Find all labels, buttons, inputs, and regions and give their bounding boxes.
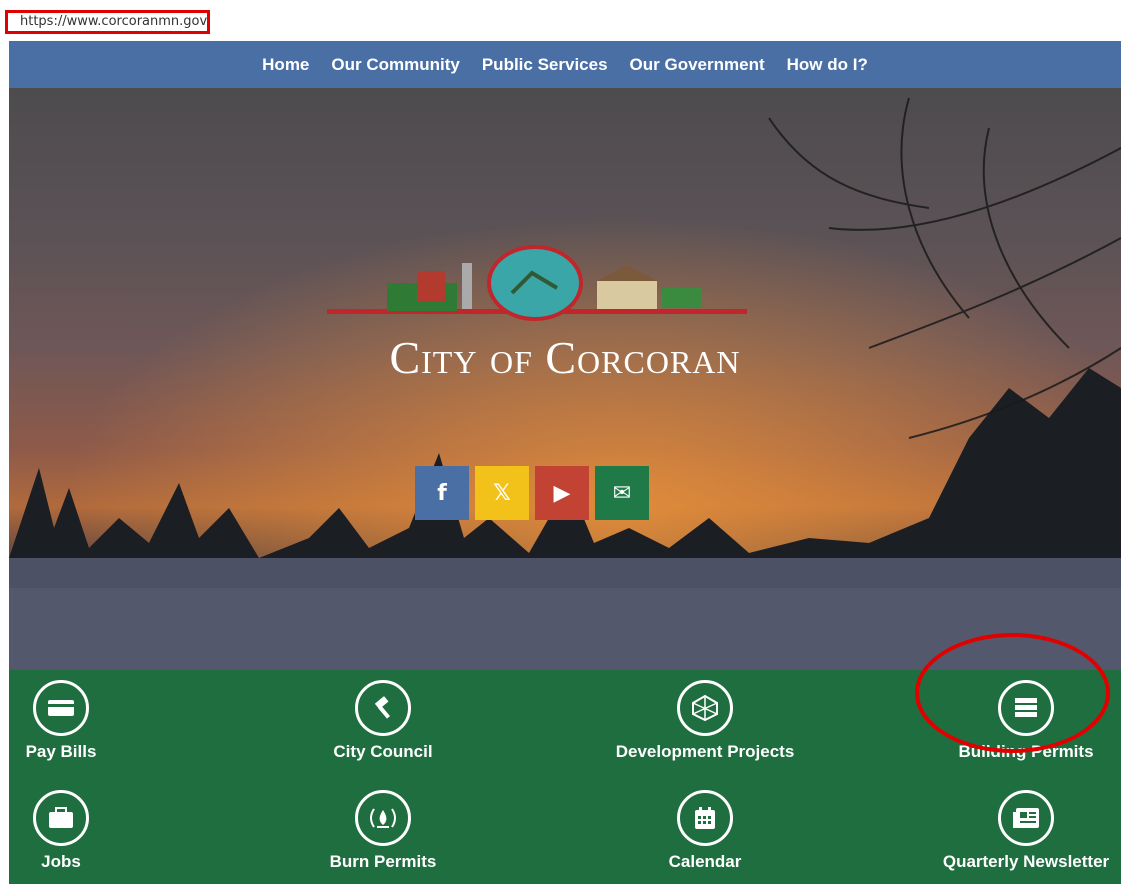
city-title: City of Corcoran [389,332,741,383]
tile-development-projects[interactable]: Development Projects [595,680,815,762]
briefcase-icon [33,790,89,846]
main-nav: Home Our Community Public Services Our G… [9,41,1121,88]
tile-label: Burn Permits [329,852,437,871]
calendar-icon [677,790,733,846]
hero-banner: City of Corcoran f 𝕏 ▶ ✉ [9,88,1121,670]
nav-home[interactable]: Home [251,55,320,75]
tile-label: Quarterly Newsletter [942,852,1110,871]
nav-our-government[interactable]: Our Government [619,55,776,75]
tile-label: Calendar [668,852,742,871]
tile-label: City Council [333,742,433,761]
social-links: f 𝕏 ▶ ✉ [415,466,649,520]
email-icon[interactable]: ✉ [595,466,649,520]
tile-quarterly-newsletter[interactable]: Quarterly Newsletter [916,790,1121,872]
tile-jobs[interactable]: Jobs [9,790,171,872]
youtube-icon[interactable]: ▶ [535,466,589,520]
nav-our-community[interactable]: Our Community [320,55,470,75]
address-bar-url[interactable]: https://www.corcoranmn.gov [5,10,210,34]
site-page: Home Our Community Public Services Our G… [9,41,1121,884]
gavel-icon [355,680,411,736]
tile-burn-permits[interactable]: Burn Permits [273,790,493,872]
nav-public-services[interactable]: Public Services [471,55,619,75]
blueprint-icon [677,680,733,736]
nav-how-do-i[interactable]: How do I? [776,55,879,75]
city-logo [327,245,747,321]
fire-icon [355,790,411,846]
x-icon[interactable]: 𝕏 [475,466,529,520]
tile-label: Development Projects [615,742,795,761]
credit-card-icon [33,680,89,736]
tile-pay-bills[interactable]: Pay Bills [9,680,171,762]
tile-calendar[interactable]: Calendar [595,790,815,872]
newspaper-icon [998,790,1054,846]
tile-label: Jobs [41,852,81,871]
facebook-icon[interactable]: f [415,466,469,520]
building-permits-highlight-circle [915,633,1110,753]
tile-label: Pay Bills [25,742,97,761]
tile-city-council[interactable]: City Council [273,680,493,762]
